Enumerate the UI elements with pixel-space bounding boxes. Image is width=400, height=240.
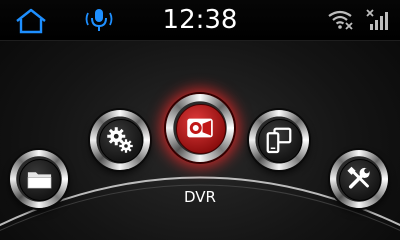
gears-icon [107,127,133,153]
signal-no-service-icon [366,9,390,31]
phone-mirror-icon [266,127,292,154]
wifi-off-icon [328,9,354,31]
microphone-icon [85,9,113,31]
dvr-button[interactable] [166,94,234,162]
phone-link-button[interactable] [249,110,309,170]
video-camera-icon [187,118,213,138]
status-bar: 12:38 [0,0,400,41]
tools-button[interactable] [330,150,388,208]
home-icon [16,8,46,34]
files-button[interactable] [10,150,68,208]
voice-button[interactable] [84,6,114,34]
selected-app-label: DVR [184,188,216,206]
folder-icon [27,171,51,188]
wrench-screwdriver-icon [346,166,370,189]
clock: 12:38 [162,5,238,35]
home-button[interactable] [14,8,48,34]
settings-button[interactable] [90,110,150,170]
